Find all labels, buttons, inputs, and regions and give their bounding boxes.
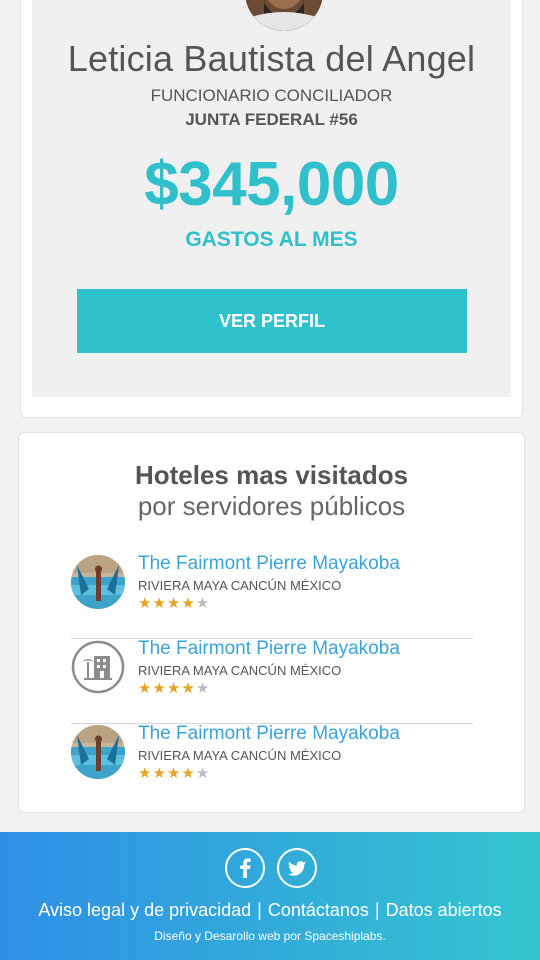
view-profile-button[interactable]: VER PERFIL [77, 289, 467, 353]
star-icon: ★ [181, 680, 196, 697]
hotel-list-item[interactable]: The Fairmont Pierre Mayakoba RIVIERA MAY… [71, 723, 473, 809]
hotel-rating: ★★★★★ [138, 679, 210, 697]
link-separator: | [374, 900, 380, 920]
star-icon: ★ [138, 765, 153, 782]
hotel-location: RIVIERA MAYA CANCÚN MÉXICO [138, 663, 342, 678]
avatar [245, 0, 323, 31]
hotels-subtitle: por servidores públicos [137, 491, 406, 521]
star-icon: ★ [166, 680, 182, 697]
profile-role: FUNCIONARIO CONCILIADOR [150, 86, 393, 105]
privacy-link[interactable]: Aviso legal y de privacidad [38, 900, 251, 920]
profile-office: JUNTA FEDERAL #56 [185, 110, 358, 129]
profile-card: Leticia Bautista del Angel FUNCIONARIO C… [20, 0, 523, 418]
star-empty-icon: ★ [195, 765, 211, 782]
star-icon: ★ [166, 595, 182, 612]
open-data-link[interactable]: Datos abiertos [386, 900, 502, 920]
hotel-list-item[interactable]: The Fairmont Pierre Mayakoba RIVIERA MAY… [71, 553, 473, 639]
hotel-location: RIVIERA MAYA CANCÚN MÉXICO [138, 748, 342, 763]
footer-links: Aviso legal y de privacidad | Contáctanos |… [0, 900, 540, 921]
star-icon: ★ [138, 595, 153, 612]
star-empty-icon: ★ [195, 680, 211, 697]
monthly-expense-label: GASTOS AL MES [185, 228, 358, 251]
hotel-placeholder-icon [71, 640, 125, 694]
profile-card-body: Leticia Bautista del Angel FUNCIONARIO C… [32, 0, 511, 397]
hotels-card: Hoteles mas visitados por servidores púb… [18, 432, 525, 813]
footer-credit: Diseño y Desarollo web por Spaceshiplabs… [154, 929, 386, 943]
link-separator: | [257, 900, 262, 920]
star-icon: ★ [152, 595, 167, 612]
resort-photo [71, 555, 125, 609]
star-icon: ★ [181, 765, 196, 782]
hotel-name[interactable]: The Fairmont Pierre Mayakoba [138, 638, 400, 660]
facebook-icon[interactable] [225, 848, 265, 888]
twitter-icon[interactable] [277, 848, 317, 888]
hotel-rating: ★★★★★ [138, 594, 210, 612]
profile-name: Leticia Bautista del Angel [67, 38, 476, 79]
resort-photo [71, 725, 125, 779]
footer: Aviso legal y de privacidad | Contáctanos |… [0, 832, 540, 960]
hotel-name[interactable]: The Fairmont Pierre Mayakoba [138, 723, 400, 745]
contact-link[interactable]: Contáctanos [268, 900, 369, 920]
hotel-rating: ★★★★★ [138, 764, 210, 782]
star-icon: ★ [138, 680, 153, 697]
star-empty-icon: ★ [195, 595, 211, 612]
hotel-list-item[interactable]: The Fairmont Pierre Mayakoba RIVIERA MAY… [71, 638, 473, 724]
star-icon: ★ [152, 680, 167, 697]
hotels-title: Hoteles mas visitados [134, 460, 409, 490]
star-icon: ★ [181, 595, 196, 612]
hotel-location: RIVIERA MAYA CANCÚN MÉXICO [138, 578, 342, 593]
hotel-name[interactable]: The Fairmont Pierre Mayakoba [138, 553, 400, 575]
star-icon: ★ [166, 765, 182, 782]
star-icon: ★ [152, 765, 167, 782]
monthly-expense-amount: $345,000 [144, 150, 399, 219]
